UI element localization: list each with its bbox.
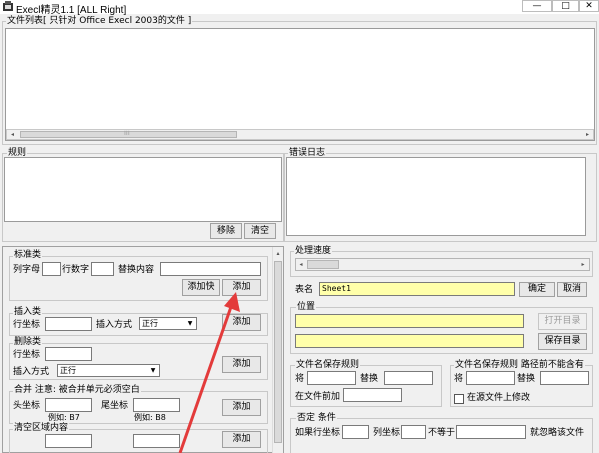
delete-mode-select[interactable]: 正行 ▼ bbox=[57, 364, 160, 377]
head-coord-input[interactable] bbox=[45, 398, 92, 412]
insert-legend: 插入类 bbox=[13, 307, 43, 317]
save-dir-button[interactable]: 保存目录 bbox=[538, 333, 587, 350]
progress-thumb[interactable] bbox=[307, 260, 339, 269]
open-dir-input[interactable] bbox=[295, 314, 524, 328]
delete-mode-value: 正行 bbox=[60, 366, 76, 375]
minimize-button[interactable]: — bbox=[522, 0, 552, 12]
clear-area-legend: 清空区域内容 bbox=[13, 423, 70, 433]
delete-legend: 删除类 bbox=[13, 337, 43, 347]
rules-list[interactable] bbox=[4, 157, 282, 222]
replace-content-label: 替换内容 bbox=[118, 265, 155, 275]
save-rule-to-label: 将 bbox=[295, 374, 305, 384]
close-button[interactable]: ✕ bbox=[579, 0, 599, 12]
grip-icon: ⁞⁞⁞ bbox=[124, 130, 130, 137]
remove-button[interactable]: 移除 bbox=[210, 223, 242, 239]
file-list-legend: 文件列表[ 只针对 Office Execl 2003的文件 ] bbox=[6, 16, 193, 26]
clear-area-start-input[interactable] bbox=[45, 434, 92, 448]
modify-source-checkbox[interactable] bbox=[454, 394, 464, 404]
cancel-button[interactable]: 取消 bbox=[557, 282, 587, 297]
clear-button[interactable]: 清空 bbox=[244, 223, 276, 239]
chevron-down-icon: ▼ bbox=[150, 367, 156, 374]
sheet-name-input[interactable]: Sheet1 bbox=[319, 282, 515, 296]
save-rule-replace-label: 替换 bbox=[360, 374, 379, 384]
open-dir-button[interactable]: 打开目录 bbox=[538, 313, 587, 330]
col-letter-label: 列字母 bbox=[13, 265, 41, 275]
save-rule-to-input[interactable] bbox=[384, 371, 433, 385]
scroll-right-icon[interactable]: ▸ bbox=[582, 130, 593, 139]
rule-editor-vscroll[interactable]: ▴ bbox=[272, 247, 283, 453]
delete-mode-label: 插入方式 bbox=[13, 367, 50, 377]
path-rule-to-label: 将 bbox=[454, 374, 464, 384]
row-number-label: 行数字 bbox=[62, 265, 90, 275]
save-rule-path-legend: 文件名保存规则 路径前不能含有 bbox=[454, 360, 585, 370]
path-rule-replace-label: 替换 bbox=[517, 374, 536, 384]
path-rule-to-input[interactable] bbox=[540, 371, 589, 385]
save-rule-legend: 文件名保存规则 bbox=[295, 360, 361, 370]
sheet-name-label: 表名 bbox=[295, 285, 314, 295]
row-number-input[interactable] bbox=[91, 262, 114, 276]
merge-legend: 合并 注意: 被合并单元必须空白 bbox=[13, 385, 141, 395]
insert-row-input[interactable] bbox=[45, 317, 92, 331]
tail-coord-label: 尾坐标 bbox=[101, 401, 129, 411]
delete-row-label: 行坐标 bbox=[13, 350, 41, 360]
path-rule-from-input[interactable] bbox=[466, 371, 515, 385]
modify-source-label: 在源文件上修改 bbox=[467, 393, 531, 403]
progress-legend: 处理速度 bbox=[294, 246, 333, 256]
position-legend: 位置 bbox=[296, 302, 317, 312]
scroll-left-icon[interactable]: ◂ bbox=[7, 130, 18, 139]
file-list-box[interactable] bbox=[5, 28, 595, 141]
save-rule-from-input[interactable] bbox=[307, 371, 356, 385]
head-example-label: 例如: B7 bbox=[48, 413, 80, 422]
delete-row-input[interactable] bbox=[45, 347, 92, 361]
replace-content-input[interactable] bbox=[160, 262, 261, 276]
negate-row-input[interactable] bbox=[342, 425, 369, 439]
confirm-button[interactable]: 确定 bbox=[519, 282, 555, 297]
insert-row-label: 行坐标 bbox=[13, 320, 41, 330]
negate-legend: 否定 条件 bbox=[296, 413, 337, 423]
head-coord-label: 头坐标 bbox=[13, 401, 41, 411]
save-dir-input[interactable] bbox=[295, 334, 524, 348]
error-log-box[interactable] bbox=[286, 157, 586, 236]
annotation-arrow bbox=[178, 292, 240, 453]
col-letter-input[interactable] bbox=[42, 262, 61, 276]
prefix-input[interactable] bbox=[343, 388, 402, 402]
progress-slider[interactable]: ◂ ▸ bbox=[295, 258, 590, 271]
if-row-label: 如果行坐标 bbox=[295, 428, 341, 438]
standard-legend: 标准类 bbox=[13, 250, 43, 260]
negate-col-input[interactable] bbox=[401, 425, 426, 439]
slider-right-icon[interactable]: ▸ bbox=[578, 260, 588, 269]
negate-value-input[interactable] bbox=[456, 425, 526, 439]
not-equal-label: 不等于 bbox=[428, 428, 456, 438]
prefix-label: 在文件前加 bbox=[295, 392, 341, 402]
maximize-button[interactable]: □ bbox=[552, 0, 579, 12]
ignore-file-label: 就忽略该文件 bbox=[530, 428, 585, 438]
scroll-up-icon[interactable]: ▴ bbox=[273, 249, 283, 258]
insert-mode-label: 插入方式 bbox=[96, 320, 133, 330]
insert-mode-value: 正行 bbox=[142, 319, 158, 328]
negate-col-label: 列坐标 bbox=[373, 428, 401, 438]
vscroll-thumb[interactable] bbox=[274, 261, 282, 443]
file-list-hscroll[interactable]: ◂ ⁞⁞⁞ ▸ bbox=[6, 129, 594, 140]
app-icon bbox=[2, 1, 14, 12]
slider-left-icon[interactable]: ◂ bbox=[296, 260, 306, 269]
window-title: Execl精灵1.1 [ALL Right] bbox=[16, 5, 127, 16]
